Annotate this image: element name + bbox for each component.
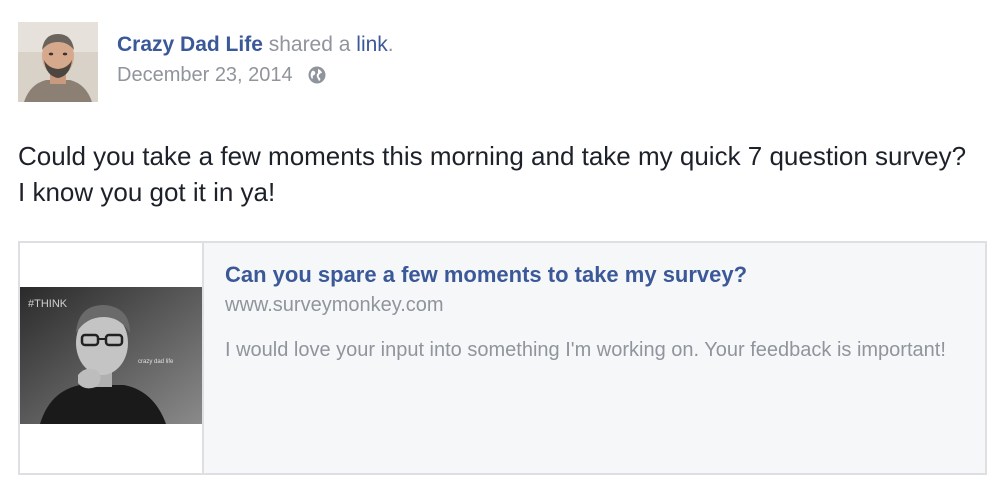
image-overlay-text: #THINK [28, 298, 68, 310]
author-name-link[interactable]: Crazy Dad Life [117, 33, 263, 56]
link-preview-card[interactable]: #THINK crazy dad life Can you spare a fe… [18, 241, 987, 475]
period-text: . [387, 33, 394, 56]
image-caption-text: crazy dad life [138, 359, 174, 365]
link-preview-image-frame: #THINK crazy dad life [20, 243, 204, 473]
link-preview-image[interactable]: #THINK crazy dad life [20, 287, 202, 424]
post-timestamp[interactable]: December 23, 2014 [117, 62, 293, 88]
link-preview-title[interactable]: Can you spare a few moments to take my s… [225, 261, 965, 289]
shared-link-word[interactable]: link [356, 33, 388, 56]
shared-text: shared a [262, 33, 357, 56]
author-line: Crazy Dad Life shared a link. [117, 32, 394, 58]
post-text: Could you take a few moments this mornin… [18, 141, 967, 207]
feed-post: Crazy Dad Life shared a link. December 2… [0, 0, 1006, 494]
link-preview-description: I would love your input into something I… [225, 339, 946, 361]
post-header: Crazy Dad Life shared a link. December 2… [117, 32, 394, 88]
author-avatar[interactable] [18, 22, 98, 102]
link-preview-domain: www.surveymonkey.com [225, 294, 444, 316]
globe-icon[interactable] [307, 65, 327, 85]
post-meta: December 23, 2014 [117, 62, 394, 88]
link-preview-body: Can you spare a few moments to take my s… [225, 261, 965, 364]
